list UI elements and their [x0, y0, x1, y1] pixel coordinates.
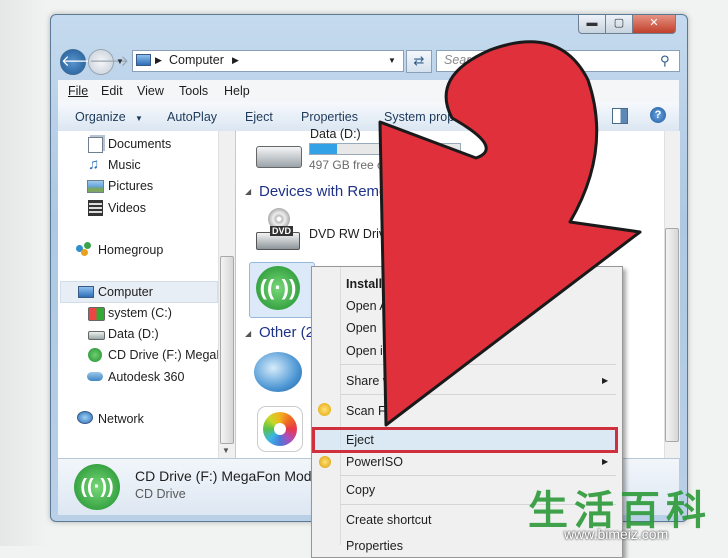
- pointer-arrow-icon: [378, 40, 642, 427]
- watermark: 生活百科 www.bimeiz.com: [524, 478, 728, 546]
- watermark-url: www.bimeiz.com: [564, 526, 669, 542]
